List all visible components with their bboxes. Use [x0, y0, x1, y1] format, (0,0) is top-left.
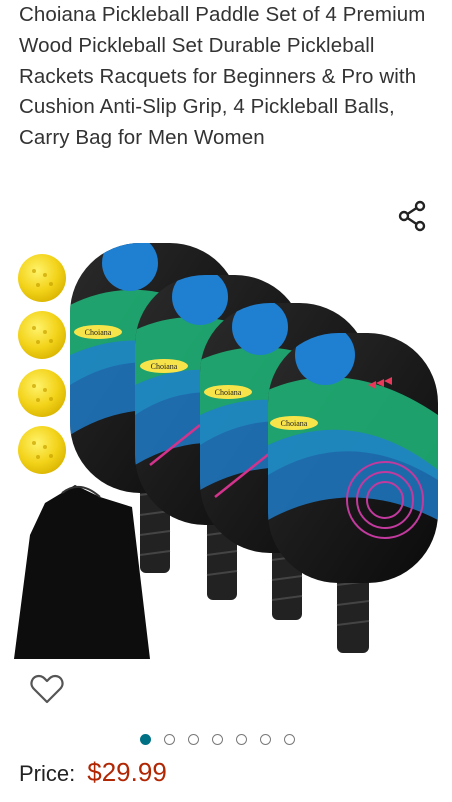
carousel-indicator: [140, 734, 295, 748]
heart-icon[interactable]: [30, 673, 64, 705]
carry-bag: [14, 485, 150, 659]
carousel-dot-3[interactable]: [188, 734, 199, 745]
carousel-dot-1[interactable]: [140, 734, 151, 745]
carousel-dot-7[interactable]: [284, 734, 295, 745]
carousel-dot-5[interactable]: [236, 734, 247, 745]
product-title: Choiana Pickleball Paddle Set of 4 Premi…: [19, 3, 426, 150]
price-value: $29.99: [87, 757, 167, 787]
pickleball-balls: [18, 254, 66, 474]
carousel-dot-6[interactable]: [260, 734, 271, 745]
product-image-carousel[interactable]: Choiana Choiana Choiana Choiana: [0, 235, 452, 665]
carousel-dot-4[interactable]: [212, 734, 223, 745]
paddle-brand-label: Choiana: [281, 419, 308, 428]
price-row: Price: $29.99: [19, 757, 167, 788]
price-label: Price:: [19, 761, 76, 786]
paddle-brand-label: Choiana: [151, 362, 178, 371]
product-image: Choiana Choiana Choiana Choiana: [14, 243, 438, 659]
carousel-dot-2[interactable]: [164, 734, 175, 745]
paddle-brand-label: Choiana: [215, 388, 242, 397]
share-icon[interactable]: [396, 199, 430, 233]
paddle-brand-label: Choiana: [85, 328, 112, 337]
